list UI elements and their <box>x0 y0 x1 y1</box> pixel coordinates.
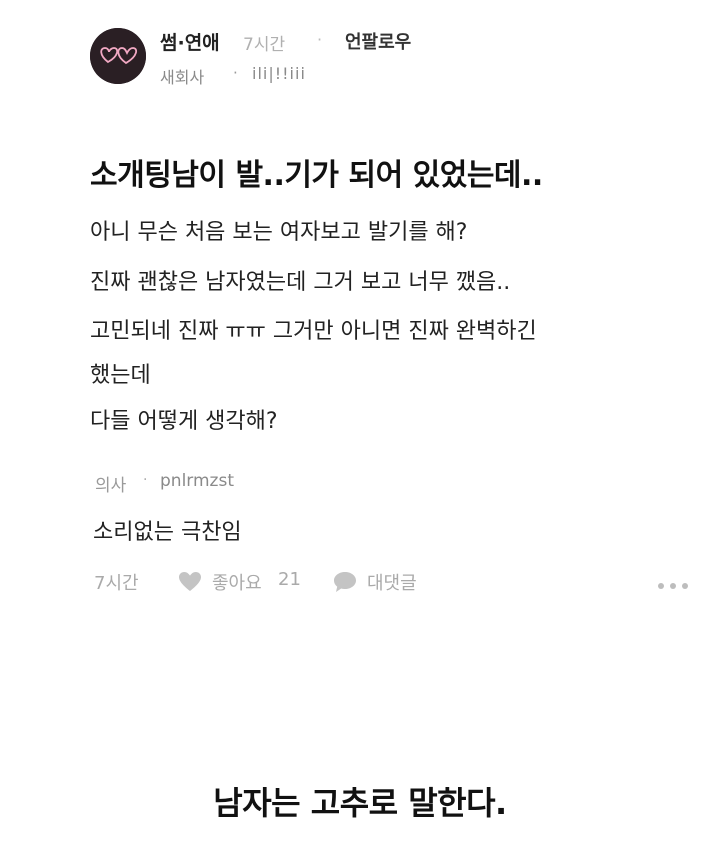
meme-caption: 남자는 고추로 말한다. <box>213 784 507 822</box>
like-count: 21 <box>278 569 301 590</box>
post-body-line: 아니 무슨 처음 보는 여자보고 발기를 해? <box>90 220 468 245</box>
commenter-job: 의사 <box>95 476 127 496</box>
meta-separator: · <box>143 472 148 488</box>
more-dots-icon[interactable] <box>658 583 692 591</box>
post-body-line: 고민되네 진짜 ㅠㅠ 그거만 아니면 진짜 완벽하긴 <box>90 319 537 344</box>
reply-button[interactable]: 대댓글 <box>367 569 417 595</box>
author-avatar[interactable] <box>90 28 146 84</box>
meta-separator: · <box>233 64 238 82</box>
author-nickname: ili|!!iii <box>252 64 306 83</box>
dot <box>658 583 664 589</box>
meta-separator: · <box>317 30 323 49</box>
commenter-nickname: pnlrmzst <box>160 471 234 491</box>
comment-time: 7시간 <box>94 573 139 594</box>
comment-text: 소리없는 극찬임 <box>93 520 242 545</box>
post-body-line: 다들 어떻게 생각해? <box>90 409 278 434</box>
post-body-line: 진짜 괜찮은 남자였는데 그거 보고 너무 깼음.. <box>90 270 511 295</box>
heart-avatar-image <box>90 28 146 84</box>
dot <box>670 583 676 589</box>
heart-icon[interactable] <box>178 571 202 592</box>
post-body-line: 했는데 <box>90 363 151 388</box>
unfollow-button[interactable]: 언팔로우 <box>345 28 411 54</box>
like-button[interactable]: 좋아요 <box>212 569 262 595</box>
author-company: 새회사 <box>160 68 205 87</box>
post-category[interactable]: 썸·연애 <box>160 28 220 55</box>
dot <box>682 583 688 589</box>
post-title: 소개팅남이 발..기가 되어 있었는데.. <box>90 158 543 193</box>
speech-bubble-icon[interactable] <box>333 571 357 593</box>
post-time: 7시간 <box>243 35 286 55</box>
